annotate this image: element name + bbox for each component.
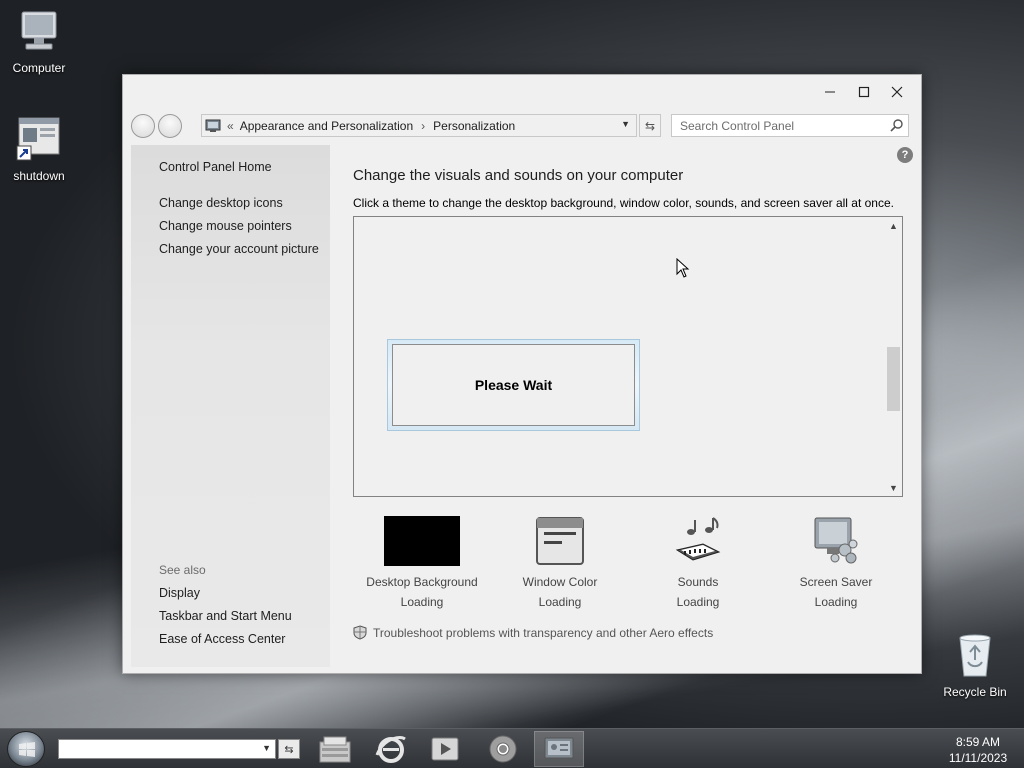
mouse-cursor-icon <box>676 257 690 281</box>
shortcut-icon <box>1 116 77 165</box>
tile-status: Loading <box>400 595 444 609</box>
sidebar-link-control-panel-home[interactable]: Control Panel Home <box>159 160 272 174</box>
tile-desktop-background[interactable]: Desktop Background Loading <box>353 516 491 612</box>
sidebar: Control Panel Home Change desktop icons … <box>131 145 330 667</box>
refresh-icon: ⇆ <box>644 118 656 133</box>
breadcrumb-personalization[interactable]: Personalization <box>433 119 515 133</box>
search-placeholder: Search Control Panel <box>680 118 795 133</box>
start-button[interactable] <box>7 731 45 767</box>
taskbar-address-input[interactable]: ▼ <box>58 739 276 759</box>
recycle-bin-icon <box>937 632 1013 681</box>
tile-window-color[interactable]: Window Color Loading <box>491 516 629 612</box>
chevron-down-icon[interactable]: ▼ <box>262 743 271 753</box>
desktop-icon-label: shutdown <box>13 169 65 183</box>
scroll-up-icon[interactable]: ▲ <box>885 217 902 234</box>
desktop-icon-shutdown[interactable]: shutdown <box>1 116 77 183</box>
tile-status: Loading <box>538 595 582 609</box>
nav-arrows <box>131 114 189 138</box>
taskbar-chrome[interactable] <box>478 731 528 767</box>
media-player-icon <box>431 737 459 761</box>
close-icon <box>891 86 903 98</box>
tile-screen-saver[interactable]: Screen Saver Loading <box>767 516 905 612</box>
navigation-bar: « Appearance and Personalization › Perso… <box>131 113 911 139</box>
page-subtitle: Click a theme to change the desktop back… <box>353 196 894 210</box>
desktop-icon-label: Recycle Bin <box>943 685 1007 699</box>
tile-status: Loading <box>676 595 720 609</box>
shield-icon <box>353 625 367 640</box>
page-title: Change the visuals and sounds on your co… <box>353 167 684 184</box>
screen-saver-icon <box>811 516 861 566</box>
computer-icon <box>1 10 77 57</box>
window-color-icon <box>535 516 585 566</box>
internet-explorer-icon <box>375 736 406 763</box>
help-icon[interactable]: ? <box>897 147 913 163</box>
taskbar: ▼ ⇆ 8:59 AM 11/11/2023 <box>0 728 1024 768</box>
personalization-window: « Appearance and Personalization › Perso… <box>122 74 922 674</box>
maximize-icon <box>858 86 870 98</box>
address-bar[interactable]: « Appearance and Personalization › Perso… <box>201 114 637 137</box>
control-panel-icon <box>544 737 574 759</box>
desktop-background-icon <box>384 516 460 566</box>
back-button[interactable] <box>131 114 155 138</box>
sidebar-link-ease-of-access[interactable]: Ease of Access Center <box>159 632 285 646</box>
troubleshoot-label: Troubleshoot problems with transparency … <box>373 625 714 640</box>
sidebar-link-desktop-icons[interactable]: Change desktop icons <box>159 196 283 210</box>
control-panel-icon <box>205 119 221 132</box>
address-chevron: « <box>227 118 234 133</box>
tile-sounds[interactable]: Sounds Loading <box>629 516 767 612</box>
taskbar-internet-explorer[interactable] <box>366 731 416 767</box>
desktop-icon-label: Computer <box>12 61 66 75</box>
tile-label: Desktop Background <box>366 575 478 589</box>
see-also-heading: See also <box>159 563 206 577</box>
taskbar-control-panel[interactable] <box>534 731 584 767</box>
please-wait-dialog: Please Wait <box>387 339 640 431</box>
taskbar-go-button[interactable]: ⇆ <box>278 739 300 759</box>
please-wait-text: Please Wait <box>392 344 635 426</box>
title-bar[interactable] <box>123 75 921 111</box>
sidebar-link-display[interactable]: Display <box>159 586 200 600</box>
chevron-down-icon[interactable]: ▼ <box>621 119 630 129</box>
chrome-icon <box>489 735 517 763</box>
desktop-icon-recycle-bin[interactable]: Recycle Bin <box>937 632 1013 699</box>
minimize-icon <box>825 91 835 93</box>
go-icon: ⇆ <box>284 743 294 756</box>
breadcrumb-separator: › <box>421 118 426 133</box>
file-explorer-icon <box>319 736 351 763</box>
breadcrumb-appearance[interactable]: Appearance and Personalization <box>240 119 413 133</box>
personalization-tiles: Desktop Background Loading Window Color … <box>353 516 903 616</box>
theme-list[interactable]: Please Wait ▲ ▼ <box>353 216 903 497</box>
maximize-button[interactable] <box>849 81 879 103</box>
clock-date: 11/11/2023 <box>948 751 1008 765</box>
sounds-icon <box>673 516 723 566</box>
taskbar-media-player[interactable] <box>420 731 470 767</box>
theme-list-scrollbar[interactable]: ▲ ▼ <box>885 217 902 496</box>
desktop-icon-computer[interactable]: Computer <box>1 10 77 75</box>
minimize-button[interactable] <box>815 81 845 103</box>
sidebar-link-taskbar[interactable]: Taskbar and Start Menu <box>159 609 292 623</box>
tile-label: Sounds <box>677 575 719 589</box>
taskbar-file-explorer[interactable] <box>310 731 360 767</box>
close-button[interactable] <box>882 81 912 103</box>
clock-time: 8:59 AM <box>955 735 1001 749</box>
scroll-thumb[interactable] <box>887 347 900 411</box>
forward-button[interactable] <box>158 114 182 138</box>
tile-status: Loading <box>814 595 858 609</box>
refresh-button[interactable]: ⇆ <box>639 114 661 137</box>
search-input[interactable]: Search Control Panel <box>671 114 909 137</box>
windows-logo-icon <box>19 742 35 757</box>
sidebar-link-account-picture[interactable]: Change your account picture <box>159 242 319 256</box>
troubleshoot-link[interactable]: Troubleshoot problems with transparency … <box>353 625 713 640</box>
tile-label: Window Color <box>522 575 598 589</box>
search-icon <box>890 119 903 132</box>
tile-label: Screen Saver <box>799 575 873 589</box>
system-clock[interactable]: 8:59 AM 11/11/2023 <box>940 734 1016 766</box>
scroll-down-icon[interactable]: ▼ <box>885 479 902 496</box>
sidebar-link-mouse-pointers[interactable]: Change mouse pointers <box>159 219 292 233</box>
